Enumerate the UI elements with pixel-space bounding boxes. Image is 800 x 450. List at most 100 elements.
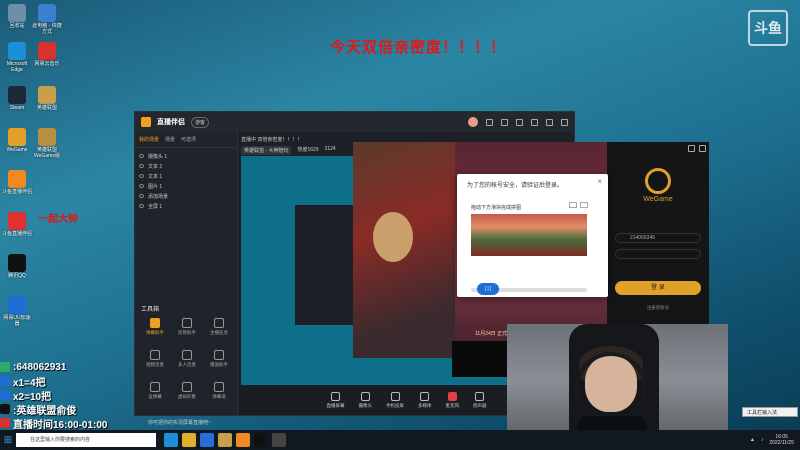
toolbar-button[interactable]: 手机投屏: [386, 391, 404, 409]
tool-button[interactable]: 弹幕墙: [203, 382, 235, 400]
desktop-shortcut-label: 腾讯QQ: [8, 273, 26, 279]
scene-item[interactable]: 摄像头 1: [139, 151, 233, 161]
captcha-tools: [569, 202, 588, 208]
clock[interactable]: 16:05 2022/11/25: [769, 434, 794, 446]
eye-icon[interactable]: [139, 194, 144, 198]
app-badge[interactable]: 游客: [191, 116, 210, 128]
desktop-shortcut[interactable]: WeGame: [2, 128, 32, 153]
desktop-shortcut[interactable]: Microsoft Edge: [2, 42, 32, 73]
edge-tb-icon[interactable]: [164, 433, 178, 447]
wechat-icon: [0, 362, 10, 372]
register-link[interactable]: 注册新账号: [607, 305, 709, 311]
tool-label: 房管助手: [178, 330, 196, 335]
scene-item[interactable]: 全屏 1: [139, 201, 233, 211]
ime-popup[interactable]: 工具栏输入法: [742, 407, 798, 417]
volume-icon[interactable]: ♪: [761, 437, 764, 443]
maximize-icon[interactable]: [546, 118, 553, 126]
windows-start-icon[interactable]: ⊞: [0, 430, 16, 450]
netease-music-icon: [38, 42, 56, 60]
password-field[interactable]: [615, 249, 701, 259]
douyu-tb-icon[interactable]: [236, 433, 250, 447]
desktop-shortcut[interactable]: Steam: [2, 86, 32, 111]
desktop-shortcut-label: Microsoft Edge: [6, 61, 28, 73]
toolbar-button[interactable]: 麦克风: [446, 391, 459, 409]
mail-icon[interactable]: [516, 118, 523, 126]
scene-item[interactable]: 文本 1: [139, 171, 233, 181]
scene-label: 全屏 1: [148, 203, 163, 210]
desktop-shortcut[interactable]: 网易云音乐: [32, 42, 62, 67]
scene-item[interactable]: 文本 2: [139, 161, 233, 171]
obs-tb-icon[interactable]: [272, 433, 286, 447]
settings-icon[interactable]: [486, 118, 493, 126]
tool-button[interactable]: 虚拟形象: [171, 382, 203, 400]
desktop-shortcut[interactable]: 斗鱼直播伴侣: [2, 170, 32, 195]
desktop-shortcut-label: 斗鱼直播伴侣: [2, 231, 33, 237]
eye-icon[interactable]: [139, 164, 144, 168]
toolbar-button-label: 扬声器: [473, 402, 487, 408]
minimize-icon[interactable]: [531, 118, 538, 126]
desktop-shortcut[interactable]: 此电脑 - 快捷方式: [32, 4, 62, 35]
overlay-row: :英雄联盟俞俊: [0, 402, 140, 417]
store-tb-icon[interactable]: [200, 433, 214, 447]
toolbar-button[interactable]: 扬声器: [473, 391, 487, 409]
category-pill[interactable]: 英雄联盟 - 大神陪玩: [241, 146, 292, 155]
tool-icon: [182, 382, 192, 392]
close-icon[interactable]: [699, 145, 706, 152]
eye-icon[interactable]: [139, 204, 144, 208]
tool-button[interactable]: 主播任务: [203, 318, 235, 336]
desktop-shortcut[interactable]: 网易UU加速器: [2, 296, 32, 327]
desktop-shortcut[interactable]: 英雄联盟: [32, 86, 62, 111]
desktop-shortcut[interactable]: 英雄联盟WeGame版: [32, 128, 62, 159]
viewer-count: 2124: [324, 146, 336, 152]
tool-icon: [150, 382, 160, 392]
tool-button[interactable]: 视频连麦: [139, 350, 171, 368]
tool-button[interactable]: 弹幕助手: [139, 318, 171, 336]
scene-item[interactable]: 添加场景: [139, 191, 233, 201]
account-field[interactable]: 214066345: [615, 233, 701, 243]
user-avatar[interactable]: [468, 117, 478, 127]
scene-item[interactable]: 图片 1: [139, 181, 233, 191]
overlay-row: x1=4把: [0, 374, 140, 389]
taskbar-search-input[interactable]: 在这里输入你要搜索的内容: [16, 433, 156, 447]
captcha-puzzle-image: [471, 214, 587, 256]
close-icon[interactable]: [561, 118, 568, 126]
qq-tb-icon[interactable]: [254, 433, 268, 447]
close-icon[interactable]: ×: [597, 177, 602, 186]
refresh-icon[interactable]: [569, 202, 577, 208]
eye-icon[interactable]: [139, 154, 144, 158]
desktop-shortcut[interactable]: 斗鱼直播伴侣: [2, 212, 32, 237]
tab-my-scenes[interactable]: 我的场景: [139, 136, 159, 143]
login-button[interactable]: 登 录: [615, 281, 701, 295]
network-icon[interactable]: ▲: [750, 437, 755, 443]
tool-icon: [182, 350, 192, 360]
toolbar-button[interactable]: 多媒体: [418, 391, 432, 409]
feedback-icon[interactable]: [580, 202, 588, 208]
folder-tb-icon[interactable]: [182, 433, 196, 447]
tab-options[interactable]: 可选项: [181, 136, 196, 143]
tool-icon: [214, 318, 224, 328]
game-tb-icon[interactable]: [218, 433, 232, 447]
scene-label: 添加场景: [148, 193, 169, 200]
message-icon[interactable]: [501, 118, 508, 126]
heat-count: 热度1629: [297, 147, 319, 153]
recycle-bin-icon: [8, 4, 26, 22]
toolbar-button[interactable]: 直播屏幕: [327, 391, 345, 409]
desktop-shortcut[interactable]: 回收站: [2, 4, 32, 29]
slider-handle[interactable]: | | |: [477, 283, 499, 295]
eye-icon[interactable]: [139, 184, 144, 188]
lol-wegame-icon: [38, 128, 56, 146]
toolbar-button-icon: [390, 391, 400, 401]
tab-scenes[interactable]: 场景: [165, 136, 175, 143]
minimize-icon[interactable]: [688, 145, 695, 152]
desktop-shortcut[interactable]: 腾讯QQ: [2, 254, 32, 279]
tool-icon: [214, 350, 224, 360]
app-titlebar: 直播伴侣 游客: [135, 112, 574, 132]
tool-button[interactable]: 设弹幕: [139, 382, 171, 400]
tool-label: 赠送助手: [210, 362, 228, 367]
tool-button[interactable]: 房管助手: [171, 318, 203, 336]
eye-icon[interactable]: [139, 174, 144, 178]
toolbar-button[interactable]: 摄像头: [359, 391, 372, 409]
tool-button[interactable]: 多人连麦: [171, 350, 203, 368]
desktop-shortcut-label: 网易云音乐: [34, 61, 60, 67]
tool-button[interactable]: 赠送助手: [203, 350, 235, 368]
